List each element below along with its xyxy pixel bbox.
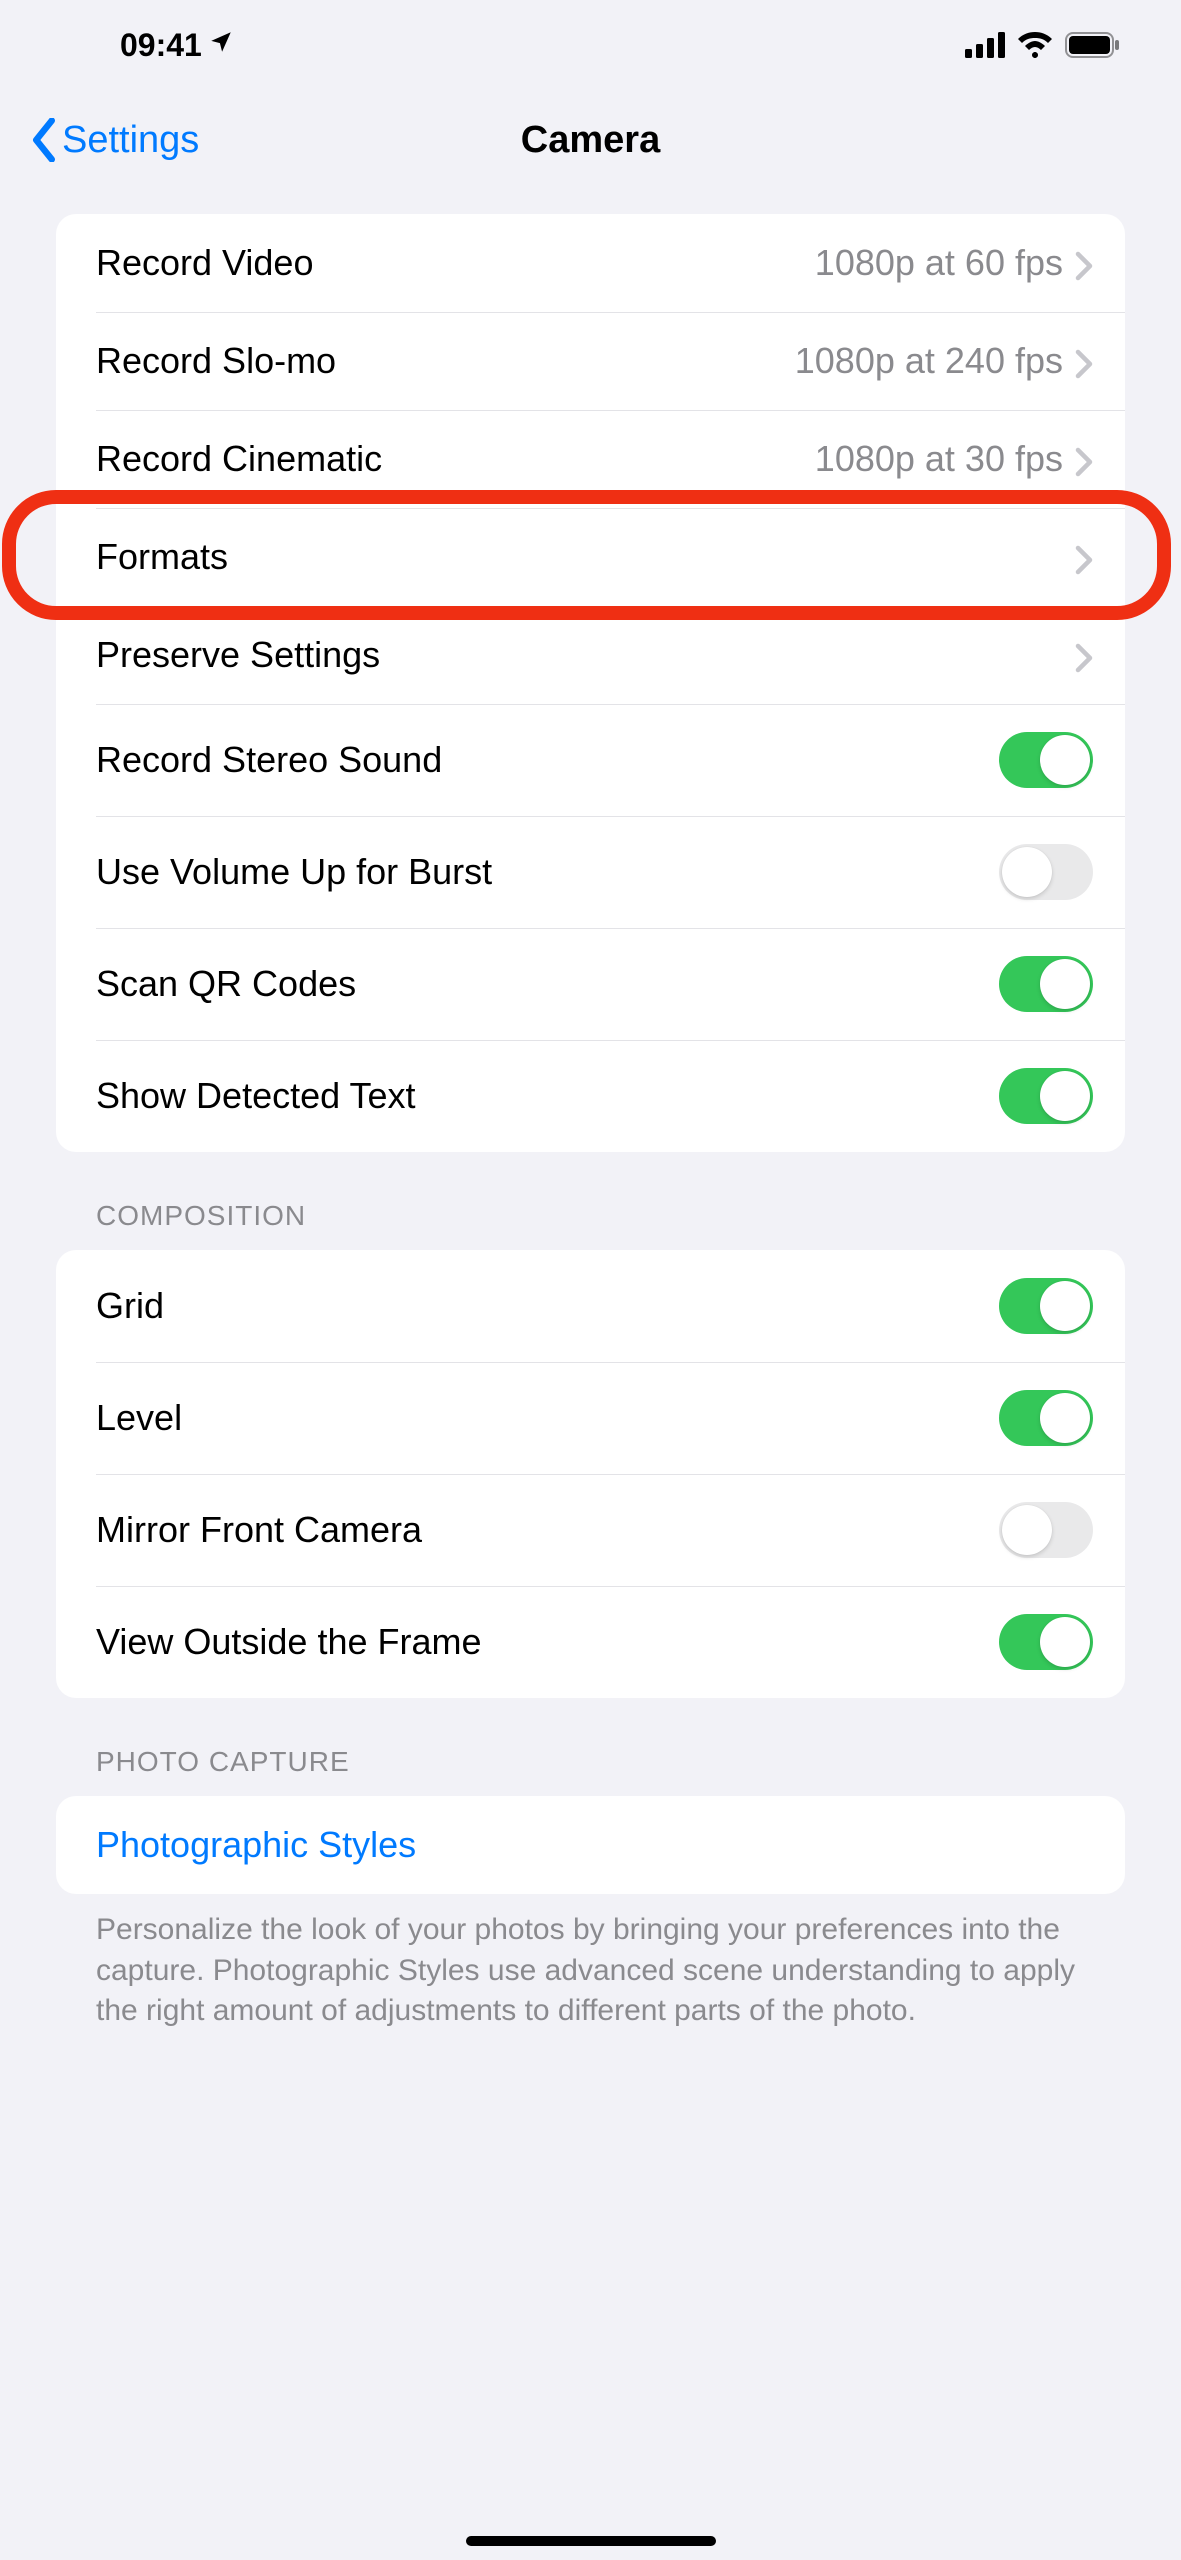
settings-group-main: Record Video 1080p at 60 fps Record Slo-… — [56, 214, 1125, 1152]
back-button[interactable]: Settings — [30, 118, 199, 162]
level-toggle[interactable] — [999, 1390, 1093, 1446]
cellular-icon — [965, 32, 1005, 58]
row-label: View Outside the Frame — [96, 1621, 999, 1663]
status-right — [965, 32, 1121, 58]
photo-capture-footer: Personalize the look of your photos by b… — [56, 1894, 1125, 2032]
formats-row[interactable]: Formats — [56, 508, 1125, 606]
location-icon — [208, 29, 234, 62]
photo-capture-header: PHOTO CAPTURE — [56, 1698, 1125, 1796]
scan-qr-codes-row[interactable]: Scan QR Codes — [56, 928, 1125, 1040]
row-label: Level — [96, 1397, 999, 1439]
show-detected-text-row[interactable]: Show Detected Text — [56, 1040, 1125, 1152]
row-label: Grid — [96, 1285, 999, 1327]
chevron-left-icon — [30, 118, 58, 162]
status-time: 09:41 — [120, 27, 234, 64]
record-slomo-row[interactable]: Record Slo-mo 1080p at 240 fps — [56, 312, 1125, 410]
status-bar: 09:41 — [0, 0, 1181, 90]
settings-group-composition: Grid Level Mirror Front Camera View Outs… — [56, 1250, 1125, 1698]
volume-up-burst-toggle[interactable] — [999, 844, 1093, 900]
row-label: Record Slo-mo — [96, 340, 795, 382]
mirror-front-camera-row[interactable]: Mirror Front Camera — [56, 1474, 1125, 1586]
volume-up-burst-row[interactable]: Use Volume Up for Burst — [56, 816, 1125, 928]
record-cinematic-row[interactable]: Record Cinematic 1080p at 30 fps — [56, 410, 1125, 508]
back-label: Settings — [62, 119, 199, 162]
show-detected-text-toggle[interactable] — [999, 1068, 1093, 1124]
record-stereo-sound-toggle[interactable] — [999, 732, 1093, 788]
row-detail: 1080p at 240 fps — [795, 340, 1063, 382]
preserve-settings-row[interactable]: Preserve Settings — [56, 606, 1125, 704]
scan-qr-codes-toggle[interactable] — [999, 956, 1093, 1012]
row-label: Use Volume Up for Burst — [96, 851, 999, 893]
record-video-row[interactable]: Record Video 1080p at 60 fps — [56, 214, 1125, 312]
row-label: Scan QR Codes — [96, 963, 999, 1005]
level-row[interactable]: Level — [56, 1362, 1125, 1474]
view-outside-frame-toggle[interactable] — [999, 1614, 1093, 1670]
chevron-right-icon — [1075, 542, 1093, 572]
row-label: Show Detected Text — [96, 1075, 999, 1117]
row-detail: 1080p at 30 fps — [815, 438, 1063, 480]
grid-toggle[interactable] — [999, 1278, 1093, 1334]
row-label: Record Cinematic — [96, 438, 815, 480]
battery-icon — [1065, 32, 1121, 58]
chevron-right-icon — [1075, 346, 1093, 376]
row-label: Record Video — [96, 242, 815, 284]
row-label: Record Stereo Sound — [96, 739, 999, 781]
view-outside-frame-row[interactable]: View Outside the Frame — [56, 1586, 1125, 1698]
mirror-front-camera-toggle[interactable] — [999, 1502, 1093, 1558]
chevron-right-icon — [1075, 444, 1093, 474]
chevron-right-icon — [1075, 248, 1093, 278]
row-label: Photographic Styles — [96, 1824, 1093, 1866]
grid-row[interactable]: Grid — [56, 1250, 1125, 1362]
composition-header: COMPOSITION — [56, 1152, 1125, 1250]
time-label: 09:41 — [120, 27, 202, 64]
wifi-icon — [1017, 32, 1053, 58]
row-label: Preserve Settings — [96, 634, 1075, 676]
home-indicator[interactable] — [466, 2536, 716, 2546]
record-stereo-sound-row[interactable]: Record Stereo Sound — [56, 704, 1125, 816]
row-label: Formats — [96, 536, 1075, 578]
row-label: Mirror Front Camera — [96, 1509, 999, 1551]
row-detail: 1080p at 60 fps — [815, 242, 1063, 284]
nav-bar: Settings Camera — [0, 90, 1181, 202]
chevron-right-icon — [1075, 640, 1093, 670]
photographic-styles-row[interactable]: Photographic Styles — [56, 1796, 1125, 1894]
settings-group-photo-capture: Photographic Styles — [56, 1796, 1125, 1894]
